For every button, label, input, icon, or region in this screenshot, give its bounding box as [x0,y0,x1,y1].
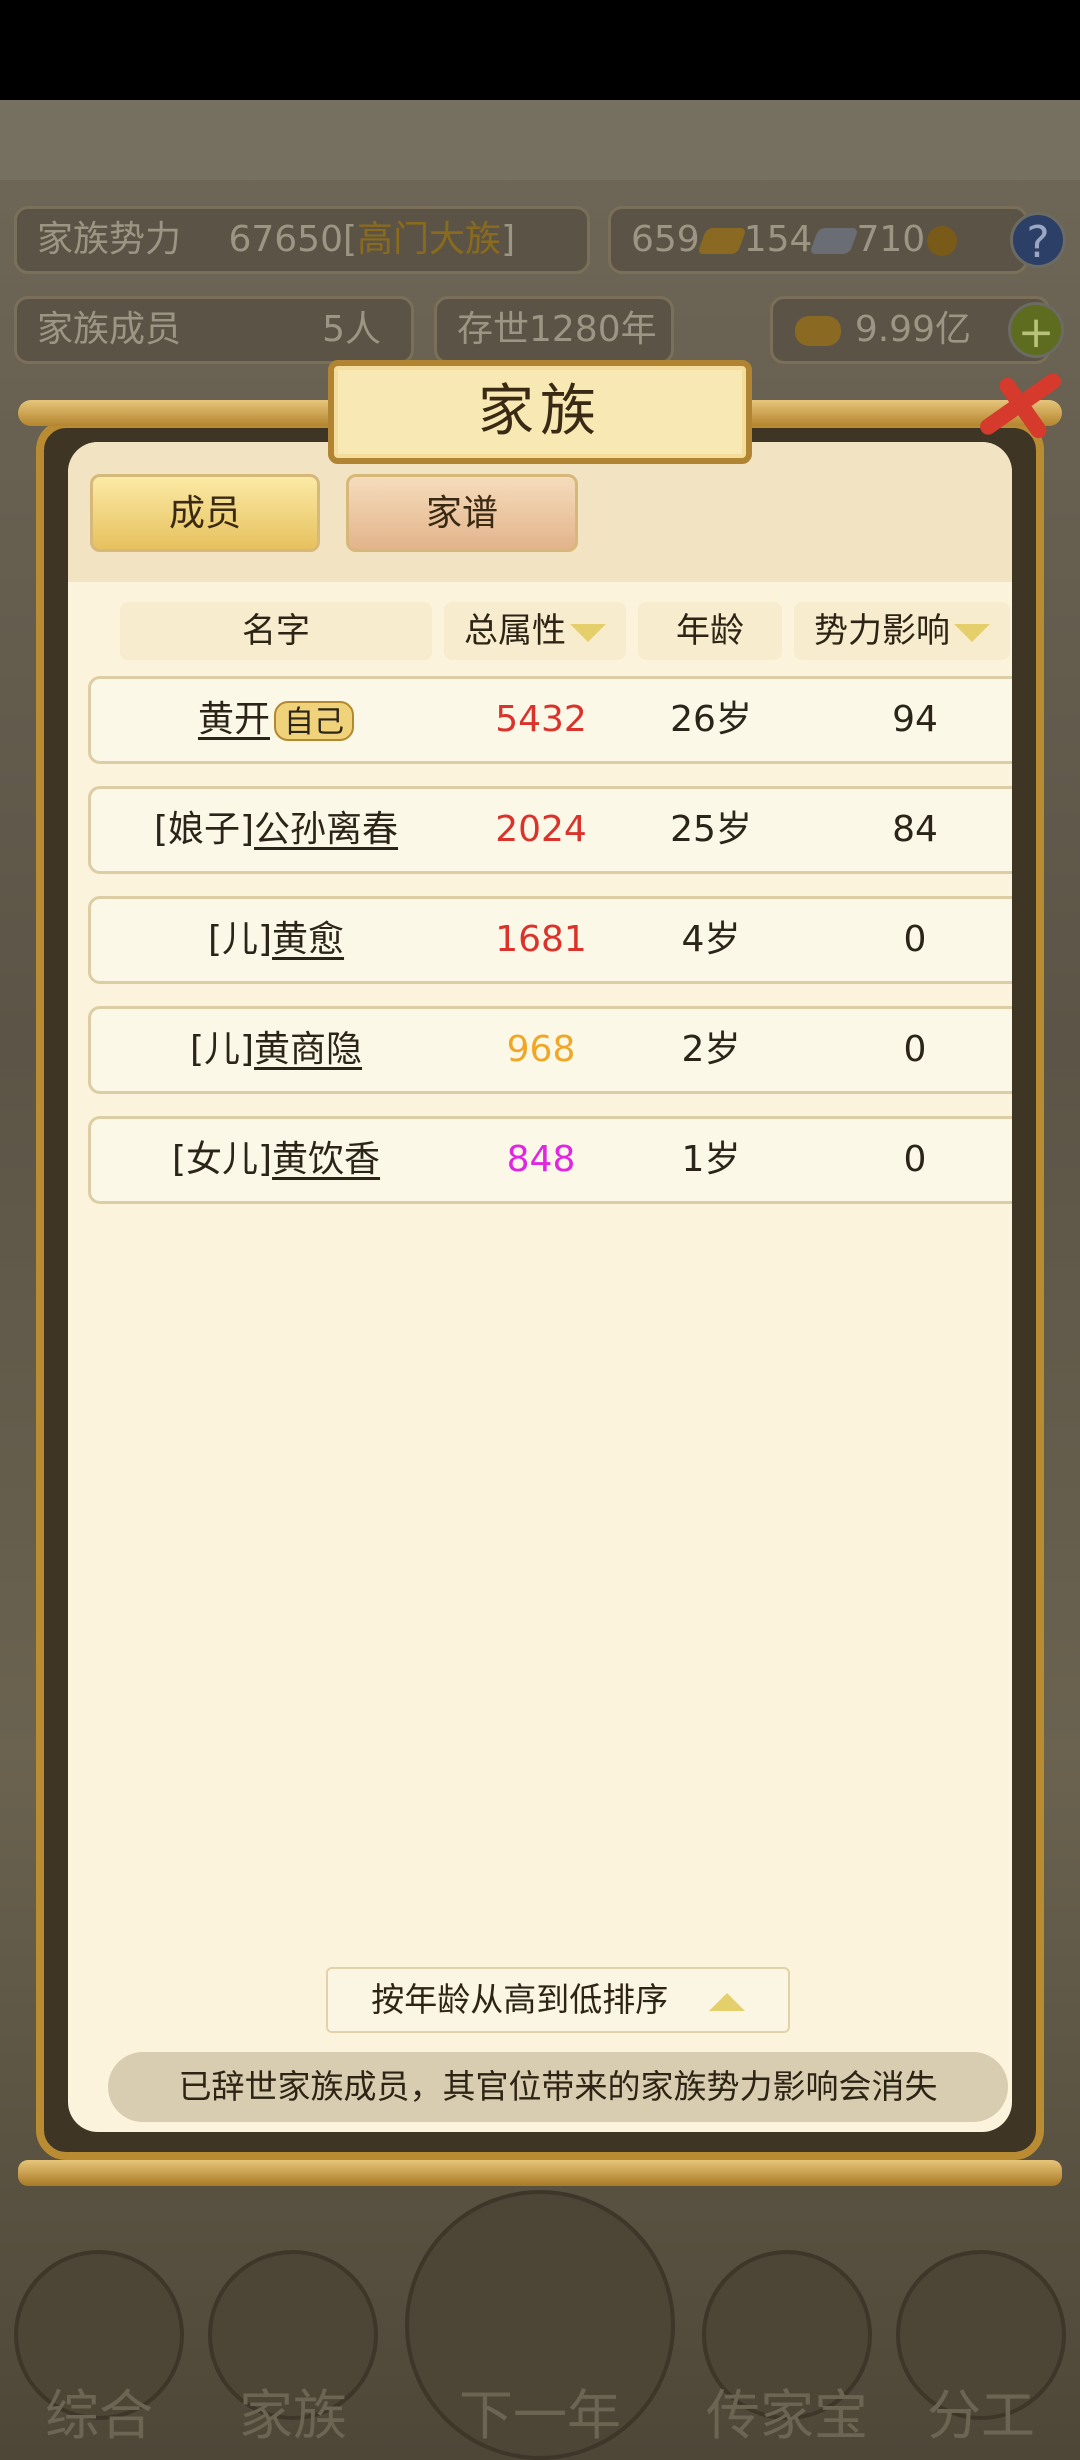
sort-toggle-button[interactable]: 按年龄从高到低排序 [326,1967,790,2033]
member-name-cell: [儿]黄商隐 [91,1009,461,1091]
rank-bracket-close: ] [501,219,516,260]
years-value: 存世1280年 [457,309,657,350]
family-power-pill: 家族势力 67650[高门大族] [14,206,590,274]
member-influence: 0 [903,1029,927,1070]
member-influence: 0 [903,1139,927,1180]
sort-toggle-label: 按年龄从高到低排序 [371,1980,669,2019]
column-header-name: 名字 [120,602,432,660]
nav-label: 分工 [927,2384,1035,2447]
member-name-cell: [女儿]黄饮香 [91,1119,461,1201]
nav-next-year[interactable]: 下一年 [405,2190,675,2460]
silver-ingot-icon [809,228,860,254]
coin-value: 710 [856,219,926,260]
member-attr: 5432 [495,699,587,740]
currency-pill: 659 154 710 [608,206,1028,274]
member-name-cell: 黄开 自己 [91,679,461,761]
members-label: 家族成员 [37,309,182,350]
family-rank: 高门大族 [357,219,502,260]
member-age: 4岁 [681,919,741,960]
nav-heirloom[interactable]: 传家宝 [702,2250,872,2450]
gold-value: 659 [631,219,700,260]
deceased-notice: 已辞世家族成员，其官位带来的家族势力影响会消失 [108,2052,1008,2122]
member-influence: 84 [892,809,938,850]
member-row[interactable]: [儿]黄愈 1681 4岁 0 [88,896,1012,984]
sort-down-icon [570,623,606,642]
rank-bracket-open: [ [343,219,358,260]
bottom-nav: 综合 家族 下一年 传家宝 分工 [0,2190,1080,2460]
column-header-age-label: 年龄 [676,611,744,651]
member-age: 2岁 [681,1029,741,1070]
column-header-influence[interactable]: 势力影响 [794,602,1010,660]
member-name[interactable]: 黄饮香 [272,1139,380,1180]
member-influence: 94 [892,699,938,740]
family-power-value: 67650 [228,219,343,260]
nav-division[interactable]: 分工 [896,2250,1066,2450]
member-name-cell: [儿]黄愈 [91,899,461,981]
member-row[interactable]: 黄开 自己 5432 26岁 94 [88,676,1012,764]
member-attr: 968 [506,1029,576,1070]
member-name[interactable]: 黄愈 [272,919,344,960]
member-row[interactable]: [女儿]黄饮香 848 1岁 0 [88,1116,1012,1204]
member-age: 1岁 [681,1139,741,1180]
sort-down-icon [954,623,990,642]
member-relation: [儿] [207,919,273,960]
column-header-name-label: 名字 [242,611,310,651]
modal-body: 成员 家谱 名字 总属性 年龄 势力影响 黄开 自己 5432 26岁 94 [娘… [68,442,1012,2132]
yuanbao-value: 9.99亿 [854,309,971,350]
nav-family[interactable]: 家族 [208,2250,378,2450]
column-header-attr-label: 总属性 [464,611,566,651]
nav-label: 家族 [239,2384,347,2447]
modal-bottom-rail [18,2160,1062,2186]
help-icon: ? [1026,217,1050,268]
member-attr: 848 [506,1139,576,1180]
coin-icon [927,226,958,256]
member-name[interactable]: 黄开 [198,699,270,740]
gold-ingot-icon [696,228,747,254]
member-attr: 2024 [495,809,587,850]
silver-value: 154 [743,219,813,260]
family-power-label: 家族势力 [37,219,182,260]
column-header-age: 年龄 [638,602,782,660]
close-button[interactable] [963,350,1073,450]
member-relation: [女儿] [171,1139,273,1180]
member-name[interactable]: 黄商隐 [254,1029,362,1070]
nav-label: 下一年 [459,2384,621,2447]
nav-label: 传家宝 [706,2384,868,2447]
member-name[interactable]: 公孙离春 [254,809,398,850]
tab-genealogy[interactable]: 家谱 [346,474,578,552]
help-button[interactable]: ? [1010,212,1066,268]
yuanbao-icon [795,316,841,346]
family-modal: 成员 家谱 名字 总属性 年龄 势力影响 黄开 自己 5432 26岁 94 [娘… [18,360,1064,2190]
column-header-influence-label: 势力影响 [814,611,950,651]
self-badge: 自己 [274,701,354,741]
nav-label: 综合 [45,2384,153,2447]
member-attr: 1681 [495,919,587,960]
modal-title: 家族 [478,379,602,444]
member-name-cell: [娘子]公孙离春 [91,789,461,871]
member-influence: 0 [903,919,927,960]
sort-up-icon [708,1992,745,2011]
member-age: 26岁 [670,699,752,740]
member-row[interactable]: [儿]黄商隐 968 2岁 0 [88,1006,1012,1094]
member-relation: [娘子] [153,809,255,850]
modal-title-plaque: 家族 [328,360,752,464]
member-row[interactable]: [娘子]公孙离春 2024 25岁 84 [88,786,1012,874]
member-age: 25岁 [670,809,752,850]
status-bar [0,0,1080,100]
nav-overview[interactable]: 综合 [14,2250,184,2450]
members-pill: 家族成员 5人 [14,296,414,364]
members-value: 5人 [322,309,381,350]
tab-members[interactable]: 成员 [90,474,320,552]
years-pill: 存世1280年 [434,296,674,364]
top-strip [0,100,1080,180]
column-header-attr[interactable]: 总属性 [444,602,626,660]
member-relation: [儿] [189,1029,255,1070]
